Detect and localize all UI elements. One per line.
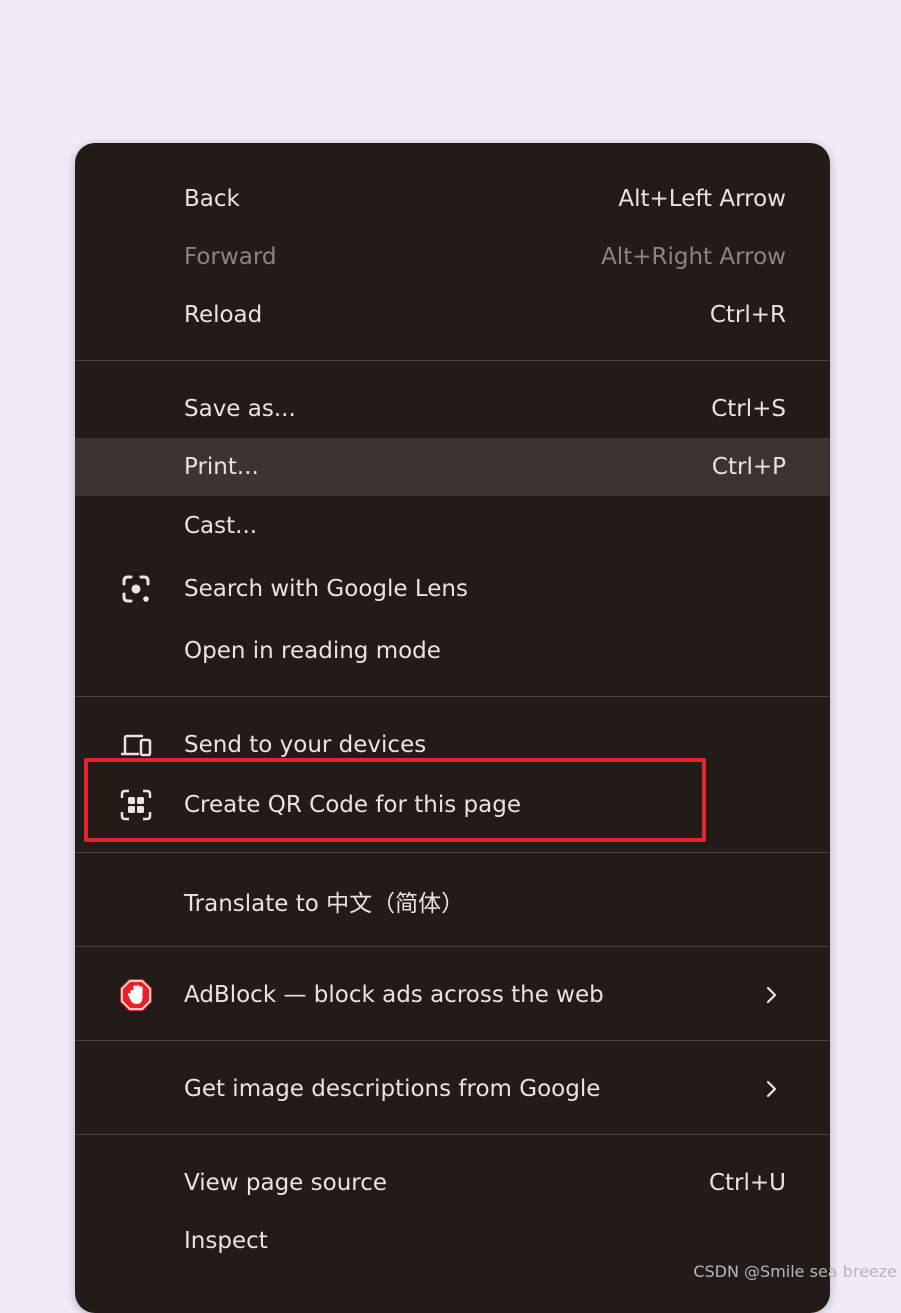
menu-item-label: Forward <box>184 244 277 270</box>
menu-item-label: AdBlock — block ads across the web <box>184 982 604 1008</box>
menu-item-label: Save as... <box>184 396 296 422</box>
menu-item-shortcut: Alt+Right Arrow <box>601 244 786 270</box>
menu-item-adblock[interactable]: AdBlock — block ads across the web <box>75 966 830 1024</box>
menu-item-shortcut: Ctrl+S <box>711 396 786 422</box>
menu-item-label: Translate to 中文（简体） <box>184 891 465 917</box>
menu-item-label: Search with Google Lens <box>184 576 468 602</box>
menu-item-label: Print... <box>184 454 259 480</box>
menu-item-view-source[interactable]: View page source Ctrl+U <box>75 1154 830 1212</box>
menu-item-google-lens[interactable]: Search with Google Lens <box>75 560 830 618</box>
menu-item-forward: Forward Alt+Right Arrow <box>75 228 830 286</box>
menu-item-label: Get image descriptions from Google <box>184 1076 601 1102</box>
chevron-right-icon <box>766 1080 777 1098</box>
menu-item-image-descriptions[interactable]: Get image descriptions from Google <box>75 1060 830 1118</box>
annotation-highlight-box <box>84 758 706 842</box>
menu-item-shortcut: Alt+Left Arrow <box>618 186 786 212</box>
menu-item-cast[interactable]: Cast... <box>75 497 830 555</box>
context-menu: Back Alt+Left Arrow Forward Alt+Right Ar… <box>75 143 830 1313</box>
menu-item-translate[interactable]: Translate to 中文（简体） <box>75 872 830 930</box>
menu-separator <box>75 946 830 947</box>
menu-item-label: Send to your devices <box>184 732 427 758</box>
menu-separator <box>75 360 830 361</box>
menu-separator <box>75 852 830 853</box>
menu-item-save-as[interactable]: Save as... Ctrl+S <box>75 380 830 438</box>
menu-item-reload[interactable]: Reload Ctrl+R <box>75 286 830 344</box>
menu-separator <box>75 1040 830 1041</box>
watermark: CSDN @Smile sea breeze <box>693 1262 897 1281</box>
menu-item-reading-mode[interactable]: Open in reading mode <box>75 622 830 680</box>
menu-item-back[interactable]: Back Alt+Left Arrow <box>75 170 830 228</box>
adblock-icon <box>120 979 152 1011</box>
chevron-right-icon <box>766 986 777 1004</box>
menu-item-label: Reload <box>184 302 263 328</box>
menu-item-label: Open in reading mode <box>184 638 441 664</box>
menu-item-label: View page source <box>184 1170 388 1196</box>
menu-item-print[interactable]: Print... Ctrl+P <box>75 438 830 496</box>
menu-item-label: Back <box>184 186 240 212</box>
menu-separator <box>75 1134 830 1135</box>
menu-item-shortcut: Ctrl+P <box>711 454 786 480</box>
menu-separator <box>75 696 830 697</box>
menu-item-label: Cast... <box>184 513 258 539</box>
menu-item-shortcut: Ctrl+R <box>709 302 786 328</box>
menu-item-label: Inspect <box>184 1228 268 1254</box>
menu-item-shortcut: Ctrl+U <box>708 1170 786 1196</box>
google-lens-icon <box>122 575 150 603</box>
